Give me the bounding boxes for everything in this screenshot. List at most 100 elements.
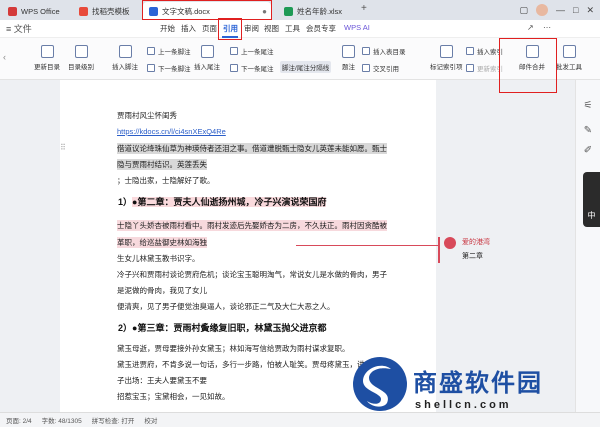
tab-template[interactable]: 找稻壳模板 [73,2,136,20]
tab-label: WPS Office [21,6,60,16]
caption-label: 题注 [342,64,355,71]
cross-reference-icon [362,64,370,72]
avatar[interactable] [536,4,549,16]
filter-icon[interactable]: ⚟ [582,100,594,112]
maximize-icon[interactable]: □ [573,5,578,15]
caption-button[interactable]: 题注 [342,45,355,71]
doc-paragraph[interactable]: 借道议论绛珠仙草为神瑛侍者还泪之事。借道遭脱甄士隐女儿英莲未能如愿。甄士 [117,143,387,154]
floating-panel-label: 中 [587,211,596,220]
insert-footnote-button[interactable]: 插入脚注 [112,45,138,71]
proofread[interactable]: 校对 [144,415,157,425]
file-menu[interactable]: ≡ 文件 [6,22,32,35]
heading-text: ●第二章：贾夫人仙逝扬州城，冷子兴演说荣国府 [132,197,327,207]
caption-icon [342,45,355,58]
wps-logo-icon [8,6,17,16]
highlight-mail-merge [499,38,557,93]
doc-heading[interactable]: 1）●第二章：贾夫人仙逝扬州城，冷子兴演说荣国府 [118,195,327,208]
update-toc-button[interactable]: 更新目录 [34,45,60,71]
update-index-button[interactable]: 更新索引 [466,63,503,73]
prev-footnote-button[interactable]: 上一条脚注 [147,46,191,56]
insert-index-icon [466,47,474,55]
close-icon[interactable]: ✕ [586,5,594,16]
new-tab-icon[interactable]: + [361,3,367,14]
insert-figures-table-label: 插入表目录 [373,49,406,56]
doc-heading[interactable]: 2）●第三章：贾雨村夤缘复旧职，林黛玉抛父进京都 [118,321,326,334]
doc-paragraph[interactable]: 贾雨村风尘怀闺秀 [117,110,177,121]
doc-paragraph[interactable]: 革职，给巡盐御史林如海独 [117,237,207,248]
mark-index-icon [439,45,453,58]
title-bar: WPS Office 找稻壳模板 文字文稿.docx ● 姓名年龄.xlsx +… [0,0,600,20]
doc-paragraph[interactable]: 士隐丫头娇杏被雨村看中。雨村发迹后先娶娇杏为二房，不久扶正。雨村因贪酷被 [117,220,387,231]
doc-paragraph[interactable]: 子出场：王夫人要黛玉不要 [117,375,207,386]
insert-endnote-label: 插入尾注 [194,64,220,71]
comment-card[interactable]: 爱的港湾 第二章 [444,237,490,261]
mark-index-button[interactable]: 标记索引项 [430,45,463,71]
insert-endnote-button[interactable]: 插入尾注 [194,45,220,71]
word-count[interactable]: 字数: 48/1305 [42,415,82,425]
doc-paragraph[interactable]: 是泥做的骨肉，我见了女儿 [117,285,207,296]
doc-paragraph[interactable]: 隐与贾雨村结识。英莲丢失 [117,159,207,170]
tab-label: 姓名年龄.xlsx [297,6,342,16]
batch-tools-button[interactable]: 批发工具 [556,45,582,71]
floating-panel[interactable]: 中 [583,172,600,227]
prev-endnote-label: 上一条尾注 [241,49,274,56]
menu-view[interactable]: 视图 [264,23,279,34]
footnote-divider-button[interactable]: 脚注/尾注分隔线 [280,61,332,73]
doc-paragraph[interactable]: 黛玉进贾府，不肯多说一句话，多行一步路，怕被人耻笑。贾母疼黛玉，讲黛玉宝 [117,359,387,370]
ribbon-scroll-left-icon[interactable]: ‹ [3,52,6,62]
doc-paragraph[interactable]: 生女儿林黛玉教书识字。 [117,253,200,264]
next-footnote-button[interactable]: 下一条脚注 [147,63,191,73]
pen-icon[interactable]: ✎ [582,125,594,137]
next-endnote-label: 下一条尾注 [241,66,274,73]
more-icon[interactable]: ⋯ [543,23,551,32]
update-index-icon [466,64,474,72]
cross-reference-button[interactable]: 交叉引用 [362,63,399,73]
toc-level-button[interactable]: 目录级别 [68,45,94,71]
comment-marker [438,237,440,263]
layout-icon[interactable]: ▢ [520,5,529,16]
doc-paragraph[interactable]: 黛玉母逝，贾母要接外孙女黛玉；林如海写信给贾政为雨村谋求复职。 [117,343,350,354]
heading-number: 1） [118,197,133,207]
minimize-icon[interactable]: — [556,5,565,15]
tab-spreadsheet[interactable]: 姓名年龄.xlsx [278,2,348,20]
batch-tools-label: 批发工具 [556,64,582,71]
comment-author: 爱的港湾 [462,239,490,246]
cross-reference-label: 交叉引用 [373,66,399,73]
prev-footnote-icon [147,47,155,55]
doc-link[interactable]: https://kdocs.cn/l/ci4snXExQ4Re [117,127,226,136]
page-count[interactable]: 页面: 2/4 [6,415,32,425]
menu-start[interactable]: 开始 [160,23,175,34]
template-icon [79,6,88,16]
right-sidebar: ⚟ ✎ ✐ [575,80,600,412]
menu-member[interactable]: 会员专享 [306,23,336,34]
share-icon[interactable]: ↗ [527,23,534,32]
prev-footnote-label: 上一条脚注 [158,49,191,56]
heading-text: ●第三章：贾雨村夤缘复旧职，林黛玉抛父进京都 [132,323,327,333]
drag-handle-icon[interactable]: ⠿ [60,143,66,152]
menu-tools[interactable]: 工具 [285,23,300,34]
footnote-divider-label: 脚注/尾注分隔线 [282,65,330,72]
insert-figures-table-button[interactable]: 插入表目录 [362,46,406,56]
tab-wps-office[interactable]: WPS Office [2,2,66,20]
footnote-icon [118,45,132,58]
heading-number: 2） [118,323,133,333]
doc-paragraph[interactable]: ；士隐出家，士隐解好了歌。 [117,175,215,186]
prev-endnote-button[interactable]: 上一条尾注 [230,46,274,56]
comment-text: 第二章 [462,253,483,260]
insert-index-button[interactable]: 插入索引 [466,46,503,56]
doc-paragraph[interactable]: 冷子兴和贾雨村谈论贾府危机；谈论宝玉聪明淘气，常说女儿是水做的骨肉，男子 [117,269,387,280]
edit-icon[interactable]: ✐ [582,145,594,157]
menu-review[interactable]: 审阅 [244,23,259,34]
update-toc-label: 更新目录 [34,64,60,71]
doc-paragraph[interactable]: 招惹宝玉；宝黛相会，一见如故。 [117,391,230,402]
menu-page[interactable]: 页面 [202,23,217,34]
watermark-title: 商盛软件园 [413,370,543,397]
highlight-reference-menu [218,18,242,40]
watermark-url: shellcn.com [415,399,512,411]
menu-insert[interactable]: 插入 [181,23,196,34]
next-endnote-button[interactable]: 下一条尾注 [230,63,274,73]
next-endnote-icon [230,64,238,72]
wps-ai-button[interactable]: WPS AI [344,23,370,32]
spell-check[interactable]: 拼写检查: 打开 [92,415,135,425]
doc-paragraph[interactable]: 便清爽，见了男子便觉浊臭逼人，谈论邪正二气及大仁大恶之人。 [117,301,335,312]
